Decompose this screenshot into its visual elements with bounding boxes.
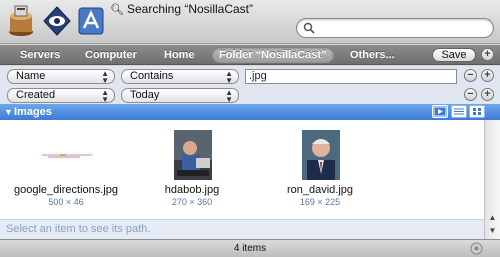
add-criteria-button[interactable]: + bbox=[481, 48, 494, 61]
criteria-row: Created ▲ ▼ Today ▲ ▼ − + bbox=[0, 85, 500, 105]
popup-arrows-icon: ▲ ▼ bbox=[101, 69, 109, 85]
result-item[interactable]: ron_david.jpg 169 × 225 bbox=[260, 124, 380, 208]
scope-home[interactable]: Home bbox=[164, 48, 195, 62]
item-name: google_directions.jpg bbox=[14, 184, 118, 196]
criteria-value-field[interactable]: .jpg bbox=[245, 69, 457, 84]
criteria-row: Name ▲ ▼ Contains ▲ ▼ .jpg − + bbox=[0, 66, 500, 86]
result-item[interactable]: hdabob.jpg 270 × 360 bbox=[132, 124, 252, 208]
disclosure-triangle-icon[interactable]: ▼ bbox=[4, 104, 13, 120]
window-title-text: Searching “NosillaCast” bbox=[126, 2, 254, 16]
popup-arrows-icon: ▲ ▼ bbox=[225, 69, 233, 85]
operator-value: Contains bbox=[130, 70, 174, 82]
attribute-value: Name bbox=[16, 70, 46, 82]
item-count: 4 items bbox=[233, 243, 267, 254]
remove-criteria-button[interactable]: − bbox=[464, 88, 477, 101]
image-thumbnail bbox=[40, 152, 94, 160]
window-toolbar: 🔍︎ Searching “NosillaCast” bbox=[0, 0, 500, 44]
window-title: 🔍︎ Searching “NosillaCast” bbox=[110, 2, 350, 16]
operator-popup[interactable]: Today ▲ ▼ bbox=[121, 88, 239, 104]
add-criteria-button[interactable]: + bbox=[481, 69, 494, 82]
add-criteria-button[interactable]: + bbox=[481, 88, 494, 101]
scope-servers[interactable]: Servers bbox=[20, 48, 60, 62]
vertical-scrollbar[interactable]: ▲ ▼ bbox=[484, 120, 500, 239]
application-icon[interactable] bbox=[76, 4, 106, 38]
attribute-popup[interactable]: Created ▲ ▼ bbox=[7, 88, 115, 104]
path-bar: Select an item to see its path. bbox=[0, 219, 484, 239]
status-bar: 4 items bbox=[0, 239, 500, 257]
item-name: hdabob.jpg bbox=[164, 184, 220, 196]
eye-icon[interactable] bbox=[42, 4, 72, 38]
result-item[interactable]: google_directions.jpg 500 × 46 bbox=[6, 124, 126, 208]
save-button[interactable]: Save bbox=[432, 48, 476, 62]
remove-criteria-button[interactable]: − bbox=[464, 69, 477, 82]
scroll-down-arrow-icon[interactable]: ▼ bbox=[487, 225, 498, 236]
search-title-icon: 🔍︎ bbox=[110, 4, 124, 16]
search-field[interactable] bbox=[296, 18, 494, 38]
scope-computer[interactable]: Computer bbox=[85, 48, 137, 62]
attribute-value: Created bbox=[16, 89, 56, 101]
item-dimensions: 270 × 360 bbox=[171, 197, 213, 207]
attribute-popup[interactable]: Name ▲ ▼ bbox=[7, 69, 115, 85]
group-label: Images bbox=[14, 106, 52, 118]
slideshow-view-button[interactable] bbox=[432, 105, 448, 118]
operator-popup[interactable]: Contains ▲ ▼ bbox=[121, 69, 239, 85]
operator-value: Today bbox=[130, 89, 160, 101]
scope-bar: Servers Computer Home Folder “NosillaCas… bbox=[0, 45, 500, 65]
group-header-images[interactable]: ▼ Images bbox=[0, 104, 500, 120]
list-view-button[interactable] bbox=[451, 105, 467, 118]
search-icon bbox=[303, 22, 315, 34]
resize-grip-icon[interactable] bbox=[470, 242, 483, 255]
scroll-up-arrow-icon[interactable]: ▲ bbox=[487, 212, 498, 223]
list-icon bbox=[454, 108, 464, 115]
grid-icon bbox=[473, 108, 481, 115]
app-icon[interactable] bbox=[6, 4, 36, 38]
item-name: ron_david.jpg bbox=[286, 184, 354, 196]
scope-others[interactable]: Others... bbox=[350, 48, 395, 62]
image-thumbnail bbox=[174, 130, 212, 180]
scope-folder-selected[interactable]: Folder “NosillaCast” bbox=[212, 47, 334, 63]
image-thumbnail bbox=[302, 130, 340, 180]
icon-view-button[interactable] bbox=[469, 105, 485, 118]
popup-arrows-icon: ▲ ▼ bbox=[101, 88, 109, 104]
item-dimensions: 169 × 225 bbox=[299, 197, 341, 207]
popup-arrows-icon: ▲ ▼ bbox=[225, 88, 233, 104]
item-dimensions: 500 × 46 bbox=[48, 197, 84, 207]
search-input[interactable] bbox=[319, 21, 487, 35]
play-icon bbox=[433, 106, 447, 117]
